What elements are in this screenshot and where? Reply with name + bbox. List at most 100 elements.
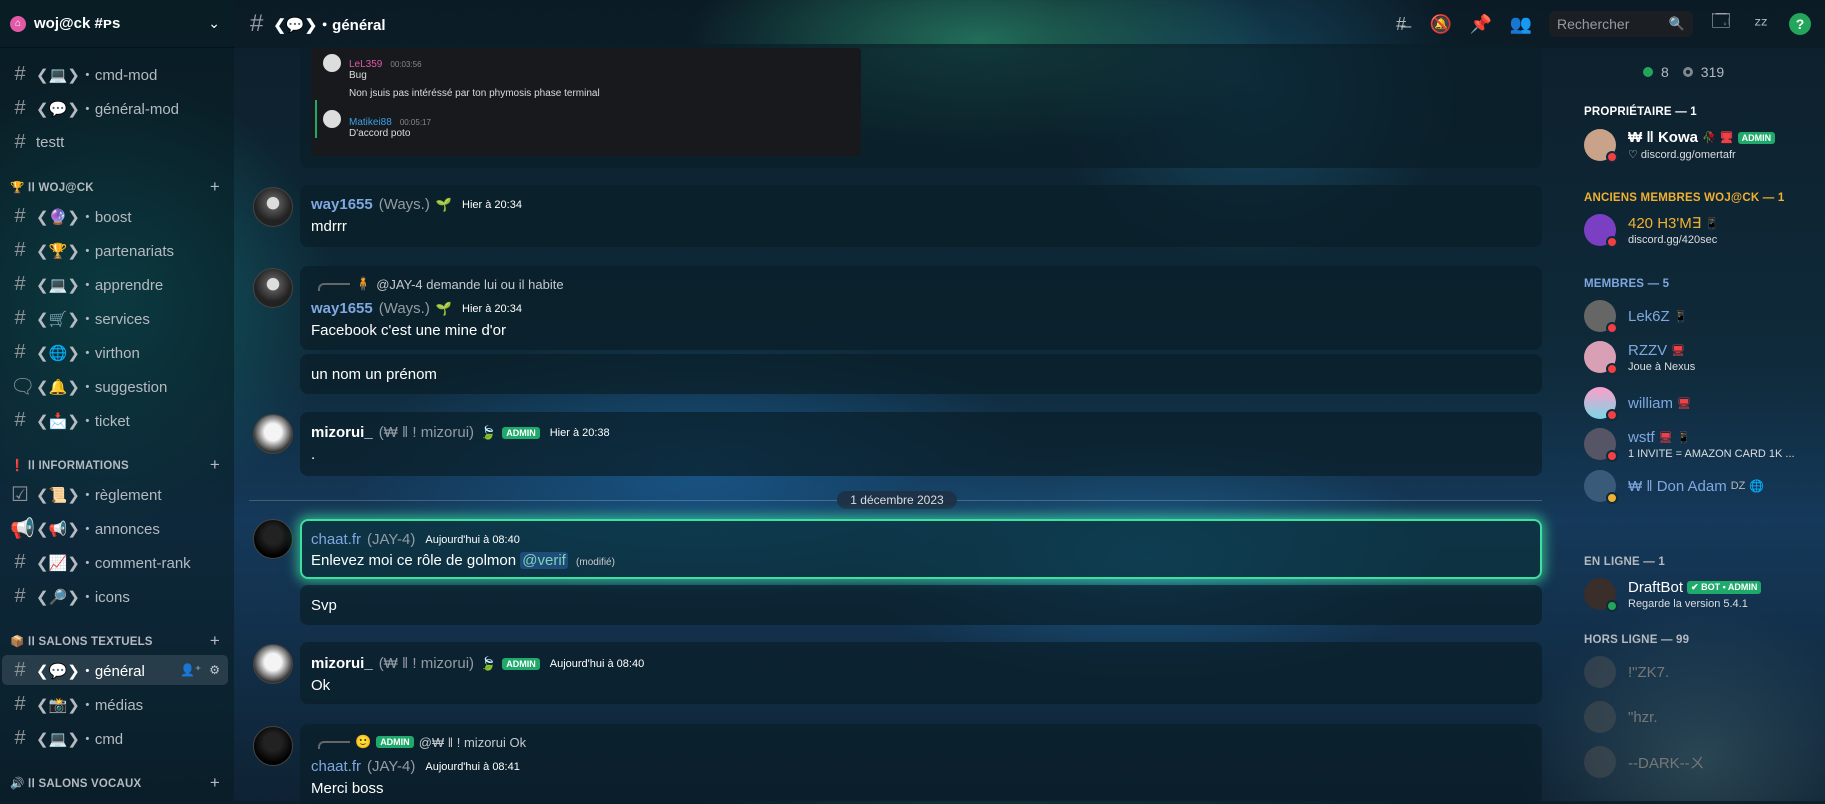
channel-header: # ❮💬❯・général #̶ 🔕 📌 👥 Rechercher 🔍 🗔 ᶻᶻ … [234, 0, 1825, 48]
server-header[interactable]: ⌂ woj@ck #ᴘs ⌄ [0, 0, 234, 48]
role-mention[interactable]: @verif [520, 552, 568, 569]
mobile-icon: 📱 [1673, 310, 1688, 323]
leaf-icon: 🍃 [480, 655, 497, 671]
channel-ticket[interactable]: # ❮📩❯・ticket [2, 405, 228, 435]
inbox-icon[interactable]: 🗔 [1701, 9, 1741, 39]
username[interactable]: mizorui_ [311, 655, 373, 672]
avatar[interactable] [253, 268, 293, 308]
avatar[interactable] [253, 519, 293, 559]
category-wojack[interactable]: 🏆 ꓲꓲ WOJ@CK + [10, 177, 220, 197]
channel-suggestion[interactable]: 🗨 ❮🔔❯・suggestion [2, 371, 228, 401]
total-count: 319 [1682, 64, 1724, 80]
avatar[interactable] [253, 644, 293, 684]
timestamp: Hier à 20:34 [462, 198, 522, 211]
channel-cmd-mod[interactable]: # ❮💻❯・cmd-mod [2, 59, 228, 89]
search-input[interactable]: Rechercher 🔍 [1549, 11, 1693, 37]
desktop-icon: 🖥 [1658, 431, 1673, 444]
admin-badge: ADMIN [502, 426, 540, 439]
member-item[interactable]: Lek6Z 📱 [1584, 295, 1804, 337]
category-salons-vocaux[interactable]: 🔊 ꓲꓲ SALONS VOCAUX + [10, 773, 220, 793]
member-item-offline[interactable]: --DARK--ㄨ [1584, 741, 1804, 783]
invite-icon[interactable]: 👤⁺ [180, 663, 201, 677]
channel-medias[interactable]: # ❮📸❯・médias [2, 689, 228, 719]
channel-testt[interactable]: # testt [2, 127, 228, 157]
channel-general[interactable]: # ❮💬❯・général 👤⁺ ⚙ [2, 655, 228, 685]
member-counts: 8 319 [1643, 64, 1724, 80]
channel-partenariats[interactable]: # ❮🏆❯・partenariats [2, 235, 228, 265]
hash-icon: # [14, 584, 26, 607]
message-card [300, 642, 1542, 704]
add-channel-icon[interactable]: + [210, 773, 220, 793]
channel-services[interactable]: # ❮🛒❯・services [2, 303, 228, 333]
hash-icon: # [14, 692, 26, 715]
channel-boost[interactable]: # ❮🔮❯・boost [2, 201, 228, 231]
member-item[interactable]: wstf 🖥 📱 1 INVITE = AMAZON CARD 1K ... [1584, 423, 1804, 465]
pin-icon[interactable]: 📌 [1461, 14, 1501, 35]
desktop-icon: 🖥 [1677, 397, 1691, 410]
channel-reglement[interactable]: ☑ ❮📜❯・règlement [2, 479, 228, 509]
timestamp: Aujourd'hui à 08:40 [425, 533, 520, 546]
category-salons-textuels[interactable]: 📦 ꓲꓲ SALONS TEXTUELS + [10, 631, 220, 651]
threads-icon[interactable]: #̶ [1381, 14, 1421, 35]
message-header: chaat.fr (JAY-4) Aujourd'hui à 08:40 [311, 531, 520, 548]
member-item-owner[interactable]: ₩ ǁ Kowa 🥀 🖥 ADMIN ♡ discord.gg/omertafr [1584, 124, 1804, 166]
reply-preview[interactable]: 🧍 @JAY-4 demande lui ou il habite [318, 276, 564, 292]
member-item[interactable]: ₩ ǁ Don Adam DZ 🌐 [1584, 465, 1804, 507]
username[interactable]: chaat.fr [311, 531, 361, 548]
nitro-icon[interactable]: ᶻᶻ [1741, 14, 1781, 35]
hash-icon: # [250, 10, 264, 37]
channel-label: ❮🔮❯・boost [36, 208, 132, 226]
message-text: Facebook c'est une mine d'or [311, 322, 506, 339]
channel-annonces[interactable]: 📢 ❮📢❯・annonces [2, 513, 228, 543]
username[interactable]: chaat.fr [311, 758, 361, 775]
member-name: Lek6Z 📱 [1628, 307, 1688, 325]
channel-icons[interactable]: # ❮🔎❯・icons [2, 581, 228, 611]
member-name: 420 H3'M∃ 📱 [1628, 215, 1719, 232]
member-item-offline[interactable]: !"ZK7. [1584, 651, 1804, 693]
member-name: "hzr. [1628, 708, 1658, 726]
channel-apprendre[interactable]: # ❮💻❯・apprendre [2, 269, 228, 299]
member-item[interactable]: william 🖥 [1584, 382, 1804, 424]
member-item[interactable]: RZZV 🖥 Joue à Nexus [1584, 336, 1804, 378]
category-label: 📦 ꓲꓲ SALONS TEXTUELS [10, 636, 153, 648]
username[interactable]: mizorui_ [311, 424, 373, 441]
channel-sidebar: ⌂ woj@ck #ᴘs ⌄ # ❮💻❯・cmd-mod # ❮💬❯・général… [0, 0, 234, 801]
channel-comment-rank[interactable]: # ❮📈❯・comment-rank [2, 547, 228, 577]
member-status-text: ♡ discord.gg/omertafr [1628, 149, 1736, 161]
dnd-status-icon [1606, 151, 1618, 163]
channel-virthon[interactable]: # ❮🌐❯・virthon [2, 337, 228, 367]
username[interactable]: way1655 [311, 300, 373, 317]
add-channel-icon[interactable]: + [210, 455, 220, 475]
avatar[interactable] [253, 187, 293, 227]
reply-curve [318, 741, 350, 749]
desktop-icon: 🖥 [1719, 132, 1734, 144]
reply-text: @JAY-4 demande lui ou il habite [376, 276, 564, 292]
mobile-icon: 📱 [1676, 431, 1691, 444]
member-name: wstf 🖥 📱 [1628, 428, 1691, 446]
message-text: . [311, 446, 316, 463]
hash-icon: # [14, 408, 26, 431]
add-channel-icon[interactable]: + [210, 631, 220, 651]
member-item-former[interactable]: 420 H3'M∃ 📱 discord.gg/420sec [1584, 209, 1804, 251]
username[interactable]: way1655 [311, 196, 373, 213]
member-item-offline[interactable]: "hzr. [1584, 696, 1804, 738]
avatar[interactable] [253, 726, 293, 766]
mute-bell-icon[interactable]: 🔕 [1421, 14, 1461, 35]
channel-cmd[interactable]: # ❮💻❯・cmd [2, 723, 228, 753]
avatar[interactable] [253, 414, 293, 454]
member-status-text: Regarde la version 5.4.1 [1628, 597, 1748, 610]
embed-text: Non jsuis pas intéréssé par ton phymosis… [349, 88, 600, 99]
member-list-icon[interactable]: 👥 [1501, 14, 1541, 35]
rules-icon: ☑ [11, 483, 29, 506]
category-informations[interactable]: ❗ ꓲꓲ INFORMATIONS + [10, 455, 220, 475]
gear-icon[interactable]: ⚙ [209, 663, 220, 677]
reply-preview[interactable]: 🙂 ADMIN @₩ ǁ ! mizorui Ok [318, 734, 526, 750]
channel-general-mod[interactable]: # ❮💬❯・général-mod [2, 93, 228, 123]
help-icon[interactable]: ? [1789, 13, 1811, 35]
member-status-text: 1 INVITE = AMAZON CARD 1K ... [1628, 447, 1795, 460]
embed-timestamp: 00:03:56 [390, 60, 422, 69]
message-text: mdrrr [311, 218, 347, 235]
chevron-down-icon[interactable]: ⌄ [208, 15, 220, 32]
add-channel-icon[interactable]: + [210, 177, 220, 197]
member-item-bot[interactable]: DraftBot ✔ BOT • ADMIN Regarde la version… [1584, 573, 1804, 615]
